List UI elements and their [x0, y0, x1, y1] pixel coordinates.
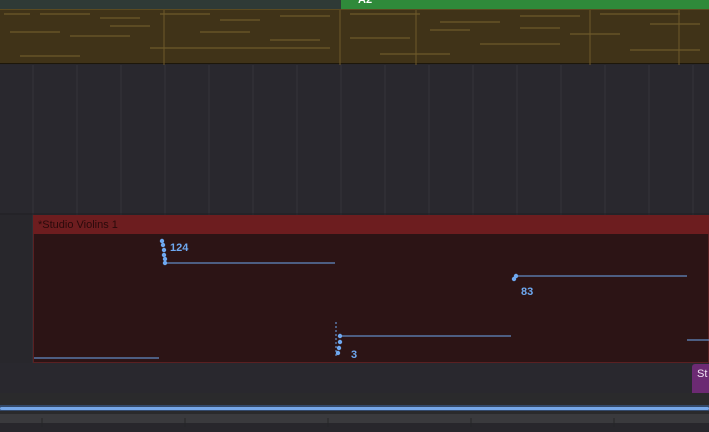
- automation-point[interactable]: [162, 260, 168, 266]
- footer-row: [0, 414, 709, 427]
- track-lane-bottom[interactable]: [0, 363, 709, 393]
- automation-point[interactable]: [160, 242, 166, 248]
- automation-point[interactable]: [337, 339, 343, 345]
- automation-point[interactable]: [335, 350, 341, 356]
- automation-point[interactable]: [513, 273, 519, 279]
- automation-point[interactable]: [337, 333, 343, 339]
- automation-value-label: 83: [521, 286, 534, 298]
- automation-point[interactable]: [159, 238, 165, 244]
- purple-region-label: St: [697, 368, 708, 380]
- horizontal-scrollbar-thumb[interactable]: [0, 407, 709, 410]
- automation-point[interactable]: [336, 345, 342, 351]
- automation-value-label: 3: [351, 349, 358, 361]
- automation-point[interactable]: [161, 252, 167, 258]
- automation-point[interactable]: [161, 247, 167, 253]
- automation-point[interactable]: [162, 256, 168, 262]
- automation-value-label: 124: [170, 242, 189, 254]
